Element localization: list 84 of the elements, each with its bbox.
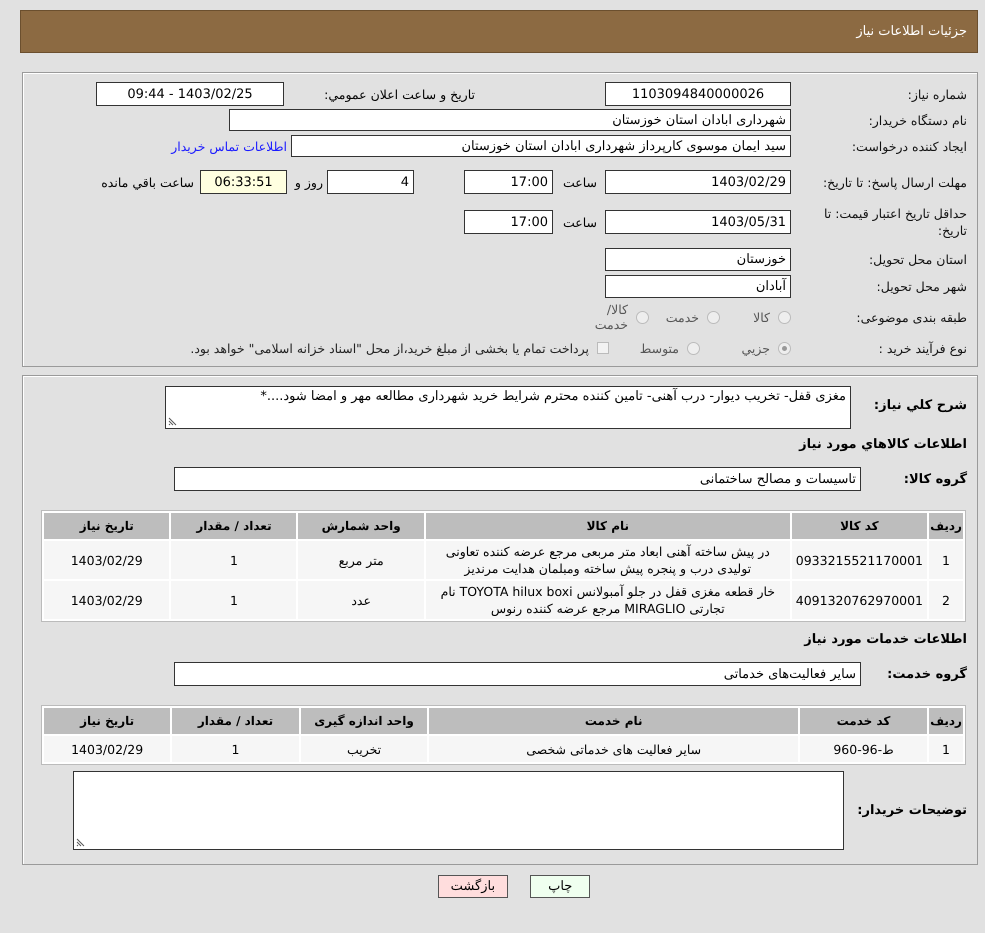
text-field[interactable]: 1103094840000026 [605,82,791,106]
column-header: نام خدمت [429,708,798,734]
field-label: شماره نیاز: [906,86,967,102]
table-cell: 0933215521170001 [792,541,928,579]
radio-button[interactable] [778,310,791,324]
text-field[interactable]: خوزستان [605,248,791,271]
field-text: تاریخ و ساعت اعلان عمومي: [323,86,475,102]
group-field[interactable]: سایر فعالیت‌های خدماتی [174,662,861,686]
time-field[interactable]: 17:00 [464,210,553,234]
field-label: حداقل تاریخ اعتبار قیمت: تا تاریخ: [822,205,967,239]
table-cell: ط-96-960 [800,736,928,762]
field-label: نام دستگاه خریدار: [868,112,967,128]
table-cell: 1 [172,736,299,762]
radio-label: جزيي [740,340,770,356]
days-field[interactable]: 4 [327,170,414,194]
field-label: ایجاد کننده درخواست: [850,138,967,154]
remaining-time-field[interactable]: 06:33:51 [200,170,287,194]
contact-link[interactable]: اطلاعات تماس خریدار [171,138,287,154]
table-cell: در پیش ساخته آهنی ابعاد متر مربعی مرجع عرضه کننده تعاونی تولیدی درب و پنجره پیش ساخته ومبلمان هدایت مرندیز [426,541,790,579]
field-label: نوع فرآیند خرید : [878,340,967,356]
field-label: مهلت ارسال پاسخ: تا تاریخ: [822,174,967,190]
description-field[interactable]: مغزی قفل- تخریب دیوار- درب آهنی- تامین کننده محترم شرایط خرید شهرداری مطالعه مهر و امضا شود....* [165,386,851,429]
print-button[interactable]: چاپ [530,875,590,898]
table-cell: 1 [171,541,296,579]
description-label: شرح کلي نیاز: [872,397,967,413]
table-cell: عدد [298,581,424,619]
radio-label: خدمت [664,310,699,324]
radio-button[interactable] [707,310,720,324]
table-cell: سایر فعالیت های خدماتی شخصی [429,736,798,762]
table-cell: 1403/02/29 [44,581,170,619]
table-cell: 1403/02/29 [44,541,170,579]
text-field[interactable]: شهرداری ابادان استان خوزستان [229,109,791,131]
radio-button[interactable] [687,342,700,354]
date-field[interactable]: 1403/05/31 [605,210,791,234]
field-text: ساعت باقي مانده [101,174,195,190]
notes-label: توضیحات خریدار: [856,803,967,818]
table-cell: خار قطعه مغزی قفل در جلو آمبولانس TOYOTA hilux boxi نام تجارتی MIRAGLIO مرجع عرضه کننده رنوس [426,581,790,619]
column-header: کد خدمت [800,708,928,734]
text-field[interactable]: 1403/02/25 - 09:44 [96,82,284,106]
table-cell: 4091320762970001 [792,581,928,619]
resize-grip-icon[interactable] [76,838,85,847]
field-text: ساعت [562,174,598,190]
payment-note: پرداخت تمام یا بخشی از مبلغ خرید،از محل "اسناد خزانه اسلامی" خواهد بود. [190,340,589,356]
column-header: تعداد / مقدار [171,513,296,539]
field-text: ساعت [562,214,598,230]
column-header: واحد اندازه گیری [300,708,428,734]
text-field[interactable]: آبادان [605,275,791,298]
field-label: استان محل تحویل: [868,252,967,267]
table-cell: 2 [929,581,963,619]
notes-field[interactable] [73,771,844,850]
column-header: واحد شمارش [298,513,424,539]
radio-label: متوسط [638,340,679,356]
table-cell: 1 [171,581,296,619]
table-cell: 1 [929,541,963,579]
checkbox[interactable] [597,342,609,354]
back-button[interactable]: بازگشت [438,875,508,898]
radio-label: کالا/خدمت [594,302,628,332]
column-header: ردیف [929,513,963,539]
column-header: تاریخ نیاز [44,708,170,734]
table-cell: 1403/02/29 [44,736,170,762]
time-field[interactable]: 17:00 [464,170,553,194]
column-header: نام کالا [426,513,790,539]
radio-button[interactable] [778,342,791,354]
field-label: شهر محل تحویل: [876,279,967,294]
column-header: تاریخ نیاز [44,513,170,539]
group-field[interactable]: تاسیسات و مصالح ساختمانی [174,467,861,491]
section-heading: اطلاعات خدمات مورد نیاز [804,632,967,647]
table-cell: 1 [929,736,963,762]
table-cell: متر مربع [298,541,424,579]
radio-label: کالا [752,310,770,324]
group-label: گروه خدمت: [886,666,967,682]
table-cell: تخریب [300,736,428,762]
column-header: تعداد / مقدار [172,708,299,734]
date-field[interactable]: 1403/02/29 [605,170,791,194]
resize-grip-icon[interactable] [168,417,177,426]
group-label: گروه کالا: [902,472,967,486]
section-heading: اطلاعات کالاهاي مورد نیاز [799,437,967,452]
page-title-bar: جزئیات اطلاعات نیاز [20,10,978,53]
column-header: کد کالا [792,513,928,539]
column-header: ردیف [929,708,963,734]
radio-button[interactable] [636,310,649,324]
field-label: طبقه بندی موضوعی: [855,310,967,324]
text-field[interactable]: سید ایمان موسوی کارپرداز شهرداری ابادان استان خوزستان [291,135,791,157]
field-text: روز و [293,174,324,190]
